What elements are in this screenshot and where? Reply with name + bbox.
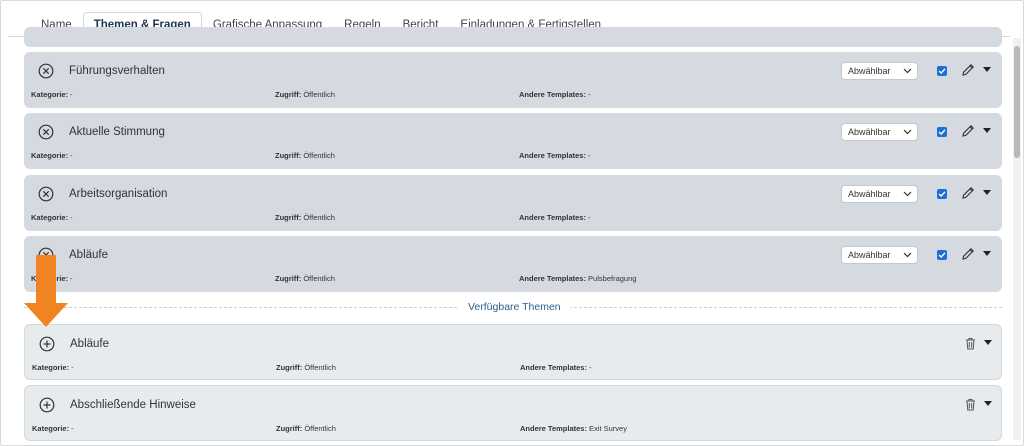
- meta-kategorie: Kategorie: -: [31, 213, 73, 222]
- chevron-down-icon: [903, 191, 912, 197]
- expand-caret-icon[interactable]: [983, 251, 991, 256]
- add-circle-icon[interactable]: [39, 397, 55, 413]
- selected-topic-card: Abläufe Abwählbar Kategorie: - Zugriff: …: [24, 236, 1002, 292]
- meta-kategorie: Kategorie: -: [31, 151, 73, 160]
- pencil-icon[interactable]: [960, 62, 976, 78]
- topic-title: Abschließende Hinweise: [70, 399, 196, 411]
- meta-andere-templates: Andere Templates: -: [519, 90, 591, 99]
- pencil-icon[interactable]: [960, 246, 976, 262]
- meta-andere-templates: Andere Templates: Pulsbefragung: [519, 274, 637, 283]
- expand-caret-icon[interactable]: [983, 190, 991, 195]
- select-value: Abwählbar: [848, 189, 891, 199]
- checkmark-icon: [938, 129, 946, 135]
- meta-andere-templates: Andere Templates: -: [519, 213, 591, 222]
- select-value: Abwählbar: [848, 250, 891, 260]
- expand-caret-icon[interactable]: [984, 401, 992, 406]
- trash-icon[interactable]: [965, 337, 976, 350]
- meta-andere-templates: Andere Templates: -: [519, 151, 591, 160]
- selected-topic-card: Führungsverhalten Abwählbar Kategorie: -…: [24, 52, 1002, 108]
- meta-andere-templates: Andere Templates: Exit Survey: [520, 424, 627, 433]
- chevron-down-icon: [903, 129, 912, 135]
- meta-kategorie: Kategorie: -: [31, 90, 73, 99]
- available-topic-card: Abläufe Kategorie: - Zugriff: Öffentlich…: [24, 324, 1002, 380]
- visibility-select[interactable]: Abwählbar: [841, 246, 918, 264]
- available-topic-card: Abschließende Hinweise Kategorie: - Zugr…: [24, 385, 1002, 441]
- meta-andere-templates: Andere Templates: -: [520, 363, 592, 372]
- expand-caret-icon[interactable]: [983, 128, 991, 133]
- add-circle-icon[interactable]: [39, 336, 55, 352]
- include-checkbox[interactable]: [937, 189, 947, 199]
- selected-topic-card: Arbeitsorganisation Abwählbar Kategorie:…: [24, 175, 1002, 231]
- meta-kategorie: Kategorie: -: [32, 424, 74, 433]
- meta-zugriff: Zugriff: Öffentlich: [275, 213, 335, 222]
- topic-title: Arbeitsorganisation: [69, 188, 168, 200]
- select-value: Abwählbar: [848, 127, 891, 137]
- include-checkbox[interactable]: [937, 127, 947, 137]
- include-checkbox[interactable]: [937, 66, 947, 76]
- remove-circle-icon[interactable]: [38, 124, 54, 140]
- expand-caret-icon[interactable]: [984, 340, 992, 345]
- pencil-icon[interactable]: [960, 185, 976, 201]
- select-value: Abwählbar: [848, 66, 891, 76]
- orange-arrow-icon: [24, 255, 68, 327]
- selected-topic-card: Aktuelle Stimmung Abwählbar Kategorie: -…: [24, 113, 1002, 169]
- visibility-select[interactable]: Abwählbar: [841, 62, 918, 80]
- expand-caret-icon[interactable]: [983, 67, 991, 72]
- topic-title: Führungsverhalten: [69, 65, 165, 77]
- available-topics-heading: Verfügbare Themen: [458, 301, 571, 313]
- scrollbar-thumb[interactable]: [1014, 46, 1020, 158]
- meta-kategorie: Kategorie: -: [32, 363, 74, 372]
- meta-zugriff: Zugriff: Öffentlich: [276, 363, 336, 372]
- visibility-select[interactable]: Abwählbar: [841, 123, 918, 141]
- meta-zugriff: Zugriff: Öffentlich: [276, 424, 336, 433]
- checkmark-icon: [938, 68, 946, 74]
- remove-circle-icon[interactable]: [38, 63, 54, 79]
- topic-title: Abläufe: [70, 338, 110, 350]
- topic-title: Aktuelle Stimmung: [69, 126, 165, 138]
- checkmark-icon: [938, 252, 946, 258]
- remove-circle-icon[interactable]: [38, 186, 54, 202]
- pencil-icon[interactable]: [960, 123, 976, 139]
- checkmark-icon: [938, 191, 946, 197]
- topic-card-partial: [24, 27, 1002, 47]
- include-checkbox[interactable]: [937, 250, 947, 260]
- chevron-down-icon: [903, 252, 912, 258]
- trash-icon[interactable]: [965, 398, 976, 411]
- topic-title: Abläufe: [69, 249, 109, 261]
- meta-zugriff: Zugriff: Öffentlich: [275, 90, 335, 99]
- visibility-select[interactable]: Abwählbar: [841, 185, 918, 203]
- chevron-down-icon: [903, 68, 912, 74]
- meta-zugriff: Zugriff: Öffentlich: [275, 274, 335, 283]
- meta-zugriff: Zugriff: Öffentlich: [275, 151, 335, 160]
